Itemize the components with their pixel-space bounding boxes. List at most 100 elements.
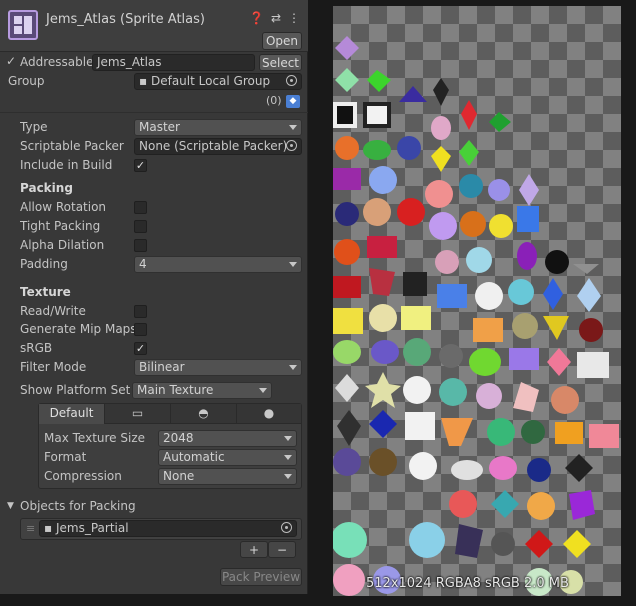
gem-icon (451, 460, 483, 480)
gem-icon (589, 424, 619, 448)
gem-icon (335, 36, 359, 60)
object-picker-icon[interactable] (286, 140, 297, 151)
gem-sprites (333, 36, 619, 596)
gem-icon (488, 179, 510, 201)
gem-icon (367, 236, 397, 258)
help-icon[interactable]: ❓ (249, 11, 264, 25)
tab-android[interactable]: ◓ (171, 404, 237, 424)
gem-icon (335, 202, 359, 226)
padding-dropdown[interactable]: 4 (134, 256, 302, 273)
tag-icon[interactable]: ◆ (286, 95, 300, 108)
gem-icon (337, 410, 361, 446)
kebab-menu-icon[interactable]: ⋮ (288, 11, 300, 25)
gem-icon (363, 140, 391, 160)
gem-icon (563, 530, 591, 558)
gem-icon (431, 146, 451, 172)
sliders-icon[interactable]: ⇄ (271, 11, 281, 25)
object-picker-icon[interactable] (281, 522, 292, 533)
gem-icon (459, 140, 479, 166)
gem-icon (460, 211, 486, 237)
folder-icon: ▪ (44, 521, 53, 535)
filter-mode-dropdown[interactable]: Bilinear (134, 359, 302, 376)
label-count: (0) (266, 94, 282, 107)
gem-icon (403, 376, 431, 404)
read-write-checkbox[interactable] (134, 305, 147, 318)
addressable-checkmark[interactable]: ✓ (6, 54, 16, 68)
tight-packing-checkbox[interactable] (134, 220, 147, 233)
gem-icon (405, 412, 435, 440)
group-field[interactable]: ▪ Default Local Group (134, 73, 302, 90)
padding-label: Padding (20, 257, 68, 271)
gem-icon (425, 180, 453, 208)
srgb-label: sRGB (20, 341, 53, 355)
mip-maps-checkbox[interactable] (134, 323, 147, 336)
gem-icon (565, 454, 593, 482)
gem-icon (439, 344, 463, 368)
open-button[interactable]: Open (262, 32, 302, 50)
chevron-down-icon (259, 388, 267, 393)
max-size-dropdown[interactable]: 2048 (158, 430, 297, 447)
objects-heading: Objects for Packing (20, 499, 136, 513)
gem-icon (543, 278, 563, 310)
gem-icon (335, 374, 359, 402)
gem-icon (489, 214, 513, 238)
gem-icon (403, 272, 427, 296)
gem-icon (409, 452, 437, 480)
chevron-down-icon (289, 125, 297, 130)
foldout-arrow-icon[interactable]: ▼ (7, 501, 14, 511)
gem-icon (333, 340, 361, 364)
gem-icon (545, 250, 569, 274)
address-field[interactable]: Jems_Atlas (92, 54, 255, 71)
chevron-down-icon (289, 365, 297, 370)
platform-settings-dropdown[interactable]: Main Texture (132, 382, 272, 399)
gem-icon (363, 198, 391, 226)
gem-icon (335, 136, 359, 160)
gem-icon (473, 318, 503, 342)
gem-icon (469, 348, 501, 376)
gem-icon (527, 458, 551, 482)
tab-standalone[interactable]: ▭ (105, 404, 171, 424)
gem-icon (369, 410, 397, 438)
gem-icon (367, 70, 391, 92)
gem-icon (335, 68, 359, 92)
format-label: Format (44, 450, 87, 464)
platform-tabs-panel: Default ▭ ◓ ● Max Texture Size 2048 Form… (38, 403, 302, 489)
pack-preview-button[interactable]: Pack Preview (220, 568, 302, 586)
gem-icon (449, 490, 477, 518)
gem-icon (579, 318, 603, 342)
mip-maps-label: Generate Mip Maps (20, 322, 137, 336)
gem-icon (543, 316, 569, 340)
tab-ios[interactable]: ● (237, 404, 301, 424)
format-dropdown[interactable]: Automatic (158, 449, 297, 466)
gem-icon (369, 166, 397, 194)
select-button[interactable]: Select (259, 54, 302, 71)
gem-icon (489, 112, 511, 132)
packer-label: Scriptable Packer (20, 139, 124, 153)
include-build-checkbox[interactable]: ✓ (134, 159, 147, 172)
gem-icon (461, 100, 477, 130)
object-picker-icon[interactable] (286, 75, 297, 86)
alpha-dilation-checkbox[interactable] (134, 239, 147, 252)
gem-icon (334, 239, 360, 265)
texture-info-label: 512x1024 RGBA8 sRGB 2.0 MB (366, 576, 569, 591)
atlas-preview (333, 6, 621, 596)
drag-handle-icon[interactable]: ≡ (26, 522, 35, 535)
android-icon: ◓ (198, 406, 209, 420)
compression-dropdown[interactable]: None (158, 468, 297, 485)
group-value: Default Local Group (150, 74, 271, 88)
inspector-panel: Jems_Atlas (Sprite Atlas) ❓ ⇄ ⋮ Open ✓ A… (0, 0, 308, 594)
gem-icon (466, 247, 492, 273)
monitor-icon: ▭ (131, 406, 144, 420)
list-item[interactable]: ▪ Jems_Partial (39, 520, 297, 537)
packer-field[interactable]: None (Scriptable Packer) (134, 138, 302, 155)
gem-icon (577, 278, 601, 312)
gem-icon (459, 174, 483, 198)
remove-item-button[interactable]: − (268, 541, 296, 558)
tab-default[interactable]: Default (39, 404, 105, 424)
allow-rotation-label: Allow Rotation (20, 200, 107, 214)
type-dropdown[interactable]: Master (134, 119, 302, 136)
gem-icon (475, 282, 503, 310)
add-item-button[interactable]: + (240, 541, 268, 558)
allow-rotation-checkbox[interactable] (134, 201, 147, 214)
srgb-checkbox[interactable]: ✓ (134, 342, 147, 355)
